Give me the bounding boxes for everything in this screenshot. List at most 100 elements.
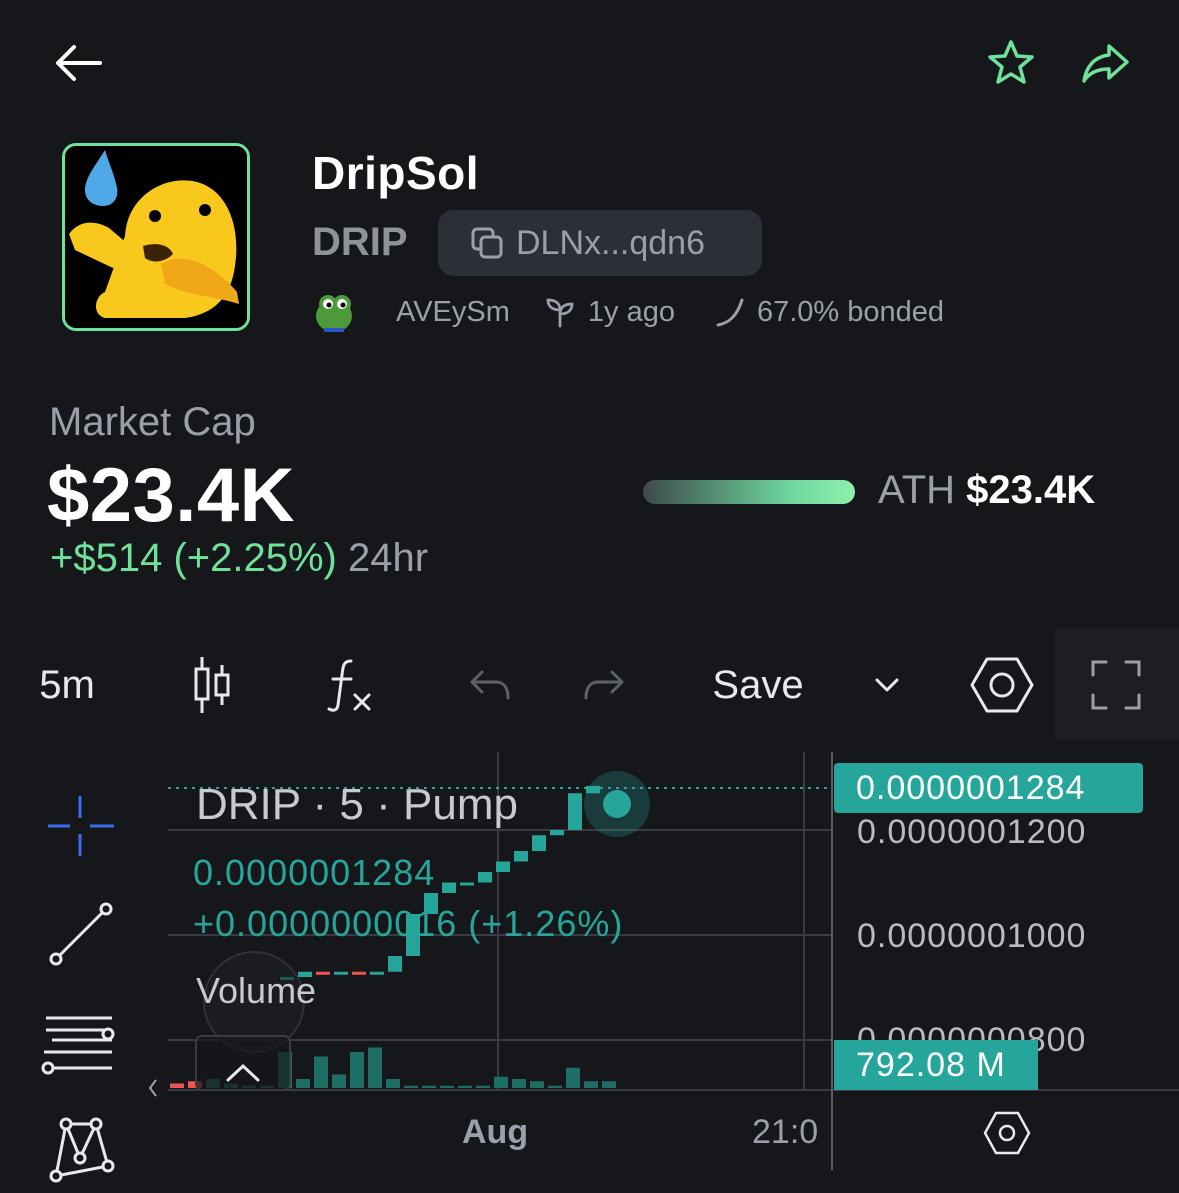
volume-bar: [350, 1052, 364, 1088]
price-axis-label: 0.0000001200: [857, 813, 1087, 851]
undo-icon: [470, 670, 510, 700]
favorite-button[interactable]: [981, 32, 1041, 92]
candle: [316, 971, 330, 975]
scroll-left-icon[interactable]: [148, 1079, 157, 1097]
copy-icon: [471, 227, 503, 259]
creator-name[interactable]: AVEySm: [396, 296, 510, 329]
creator-avatar: [316, 295, 352, 332]
volume-bar: [476, 1085, 490, 1088]
volume-bar: [296, 1079, 310, 1088]
token-name: DripSol: [312, 147, 480, 199]
bonded-percent: 67.0% bonded: [756, 295, 945, 328]
scale-settings-icon[interactable]: [983, 1111, 1031, 1155]
ath-label: ATH: [878, 468, 956, 512]
share-arrow-icon: [1082, 44, 1129, 83]
bonding-curve-icon: [716, 298, 744, 327]
chart-legend-volume: Volume: [196, 970, 317, 1011]
candlestick-icon: [194, 657, 230, 713]
token-address: DLNx...qdn6: [516, 223, 705, 262]
candle: [460, 882, 474, 886]
market-cap-value: $23.4K: [47, 453, 296, 538]
undo-button[interactable]: [462, 650, 518, 720]
interval-button[interactable]: 5m: [22, 650, 112, 720]
arrow-left-icon: [56, 45, 102, 81]
fib-retracement-tool[interactable]: [40, 1002, 120, 1082]
last-price-marker: [603, 790, 631, 818]
candle: [352, 971, 366, 975]
chart-legend-change: +0.0000000016 (+1.26%): [193, 903, 624, 944]
volume-bar: [422, 1085, 436, 1088]
candle: [370, 971, 384, 975]
time-axis-label: 21:0: [752, 1113, 819, 1151]
sweat-emoji-icon: [65, 146, 247, 328]
volume-bar: [170, 1083, 184, 1088]
volume-bar: [440, 1085, 454, 1088]
token-age: 1y ago: [587, 295, 675, 328]
xabcd-pattern-icon: [49, 1117, 115, 1183]
ath-progress-bar: [643, 480, 855, 504]
candle: [532, 835, 546, 851]
candle: [550, 830, 564, 836]
candle: [388, 956, 402, 972]
fullscreen-button[interactable]: [1084, 650, 1148, 720]
market-cap-change-value: +$514 (+2.25%): [50, 536, 337, 580]
market-cap-change: +$514 (+2.25%) 24hr: [50, 536, 428, 581]
volume-bar: [566, 1067, 580, 1088]
interval-label: 5m: [39, 662, 95, 707]
volume-bar: [404, 1085, 418, 1088]
token-image: [62, 143, 250, 331]
volume-bar: [584, 1081, 598, 1088]
volume-bar: [512, 1079, 526, 1088]
back-button[interactable]: [48, 33, 108, 93]
trend-line-tool[interactable]: [40, 893, 120, 973]
market-cap-label: Market Cap: [49, 400, 256, 444]
candle: [496, 861, 510, 872]
candle: [442, 882, 456, 893]
save-options-dropdown[interactable]: [862, 650, 912, 720]
volume-bar: [314, 1056, 328, 1088]
candle: [514, 851, 528, 862]
time-axis-label: Aug: [462, 1113, 529, 1151]
settings-hex-icon: [970, 657, 1034, 713]
volume-bar: [530, 1081, 544, 1088]
volume-bar: [458, 1085, 472, 1088]
star-icon: [988, 40, 1034, 84]
indicators-icon: [327, 659, 371, 712]
fullscreen-icon: [1091, 660, 1141, 710]
token-meta: AVEySm 1y ago 67.0% bonded: [310, 288, 944, 336]
sprout-icon: [546, 298, 574, 328]
volume-bar: [494, 1076, 508, 1088]
chart-settings-button[interactable]: [966, 650, 1038, 720]
price-axis-label: 0.0000001000: [857, 917, 1087, 955]
candle: [334, 971, 348, 975]
volume-bar: [332, 1074, 346, 1088]
current-price-tag: 0.0000001284: [834, 763, 1143, 813]
token-ticker: DRIP: [312, 220, 408, 264]
chart-legend-title: DRIP · 5 · Pump: [196, 780, 518, 829]
ath-display: ATH $23.4K: [878, 468, 1095, 513]
redo-icon: [584, 670, 624, 700]
copy-address-button[interactable]: DLNx...qdn6: [438, 210, 762, 276]
volume-bar: [602, 1081, 616, 1088]
pattern-tool[interactable]: [40, 1110, 120, 1190]
crosshair-icon: [48, 796, 114, 856]
trend-line-icon: [49, 902, 113, 966]
volume-bar: [386, 1079, 400, 1088]
chart-legend-price: 0.0000001284: [193, 852, 436, 893]
volume-bar: [548, 1085, 562, 1088]
candle: [478, 872, 492, 883]
share-button[interactable]: [1076, 33, 1136, 93]
market-cap-change-period: 24hr: [348, 536, 429, 580]
chevron-down-icon: [875, 678, 899, 692]
collapse-pane-button[interactable]: [195, 1035, 291, 1091]
ath-value: $23.4K: [966, 468, 1096, 512]
volume-bar: [368, 1047, 382, 1088]
volume-tag: 792.08 M: [834, 1040, 1038, 1090]
indicators-button[interactable]: [318, 650, 382, 720]
save-button[interactable]: Save: [700, 650, 816, 720]
crosshair-tool[interactable]: [40, 786, 120, 866]
chart-type-button[interactable]: [180, 650, 244, 720]
redo-button[interactable]: [576, 650, 632, 720]
fib-lines-icon: [41, 1016, 115, 1075]
candle: [568, 793, 582, 830]
